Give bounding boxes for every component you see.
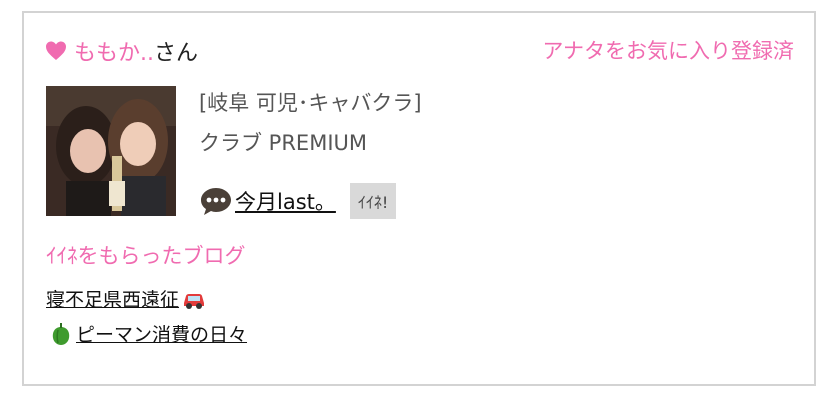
speech-bubble-icon xyxy=(201,188,231,215)
shop-name: クラブ PREMIUM xyxy=(199,131,367,155)
profile-photo[interactable] xyxy=(46,86,176,216)
card-header: ももか.. さん アナタをお気に入り登録済 xyxy=(44,35,794,67)
user-name[interactable]: ももか.. xyxy=(74,35,154,67)
latest-post-link[interactable]: 今月last。 xyxy=(235,186,336,216)
car-icon xyxy=(184,293,205,309)
latest-post: 今月last。 ｲｲﾈ! xyxy=(199,183,397,219)
liked-blogs-heading: ｲｲﾈをもらったブログ xyxy=(46,244,246,268)
heart-icon xyxy=(46,41,66,60)
shop-location: [岐阜 可児･キャバクラ] xyxy=(199,91,422,115)
user-name-suffix: さん xyxy=(154,41,199,66)
blog-link[interactable]: ピーマン消費の日々 xyxy=(76,320,247,347)
shop-info: [岐阜 可児･キャバクラ] クラブ PREMIUM xyxy=(199,87,422,157)
green-pepper-icon xyxy=(52,322,70,345)
like-button[interactable]: ｲｲﾈ! xyxy=(349,183,397,219)
profile-card: ももか.. さん アナタをお気に入り登録済 [岐阜 可児･キャバクラ] クラブ … xyxy=(22,11,816,386)
liked-blog-list: 寝不足県西遠征 ピーマン消費の日々 xyxy=(46,285,247,355)
list-item[interactable]: ピーマン消費の日々 xyxy=(46,320,247,347)
list-item[interactable]: 寝不足県西遠征 xyxy=(46,285,247,312)
user-name-area: ももか.. さん xyxy=(44,35,198,67)
blog-link[interactable]: 寝不足県西遠征 xyxy=(46,285,179,312)
favorite-status: アナタをお気に入り登録済 xyxy=(542,39,794,63)
